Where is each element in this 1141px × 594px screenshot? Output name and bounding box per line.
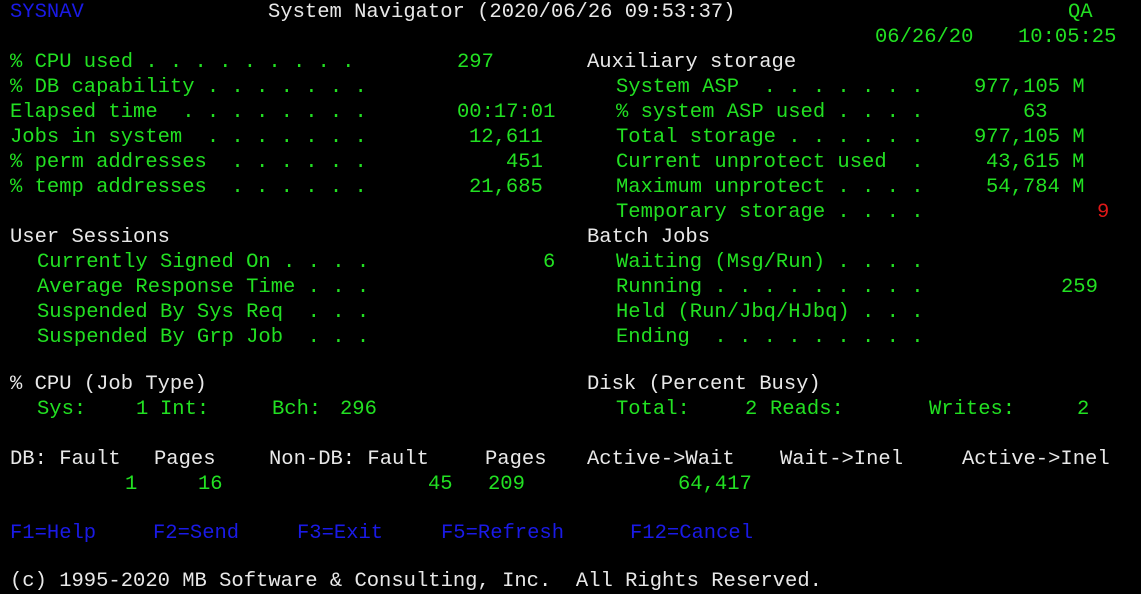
stat-value: 297 [457,51,494,74]
aux-value: 63 [1023,101,1048,124]
system-name: QA [1068,1,1093,24]
copyright-notice: (c) 1995-2020 MB Software & Consulting, … [10,570,822,593]
aux-value: 54,784 M [986,176,1085,199]
session-label: Suspended By Grp Job . . . [37,326,370,349]
section-heading: % CPU (Job Type) [10,373,207,396]
aux-label: Current unprotect used . [616,151,924,174]
db-pages-value: 16 [198,473,223,496]
screen-title: System Navigator (2020/06/26 09:53:37) [268,1,736,24]
active-wait-value: 64,417 [678,473,752,496]
stat-label: Jobs in system . . . . . . . [10,126,367,149]
temporary-storage-value: 9 [1097,201,1110,224]
aux-value: 43,615 M [986,151,1085,174]
aux-label: System ASP . . . . . . . [616,76,924,99]
f2-send-key[interactable]: F2=Send [153,521,239,546]
db-fault-value: 1 [125,473,138,496]
stat-label: % DB capability . . . . . . . [10,76,367,99]
nondb-pages-value: 209 [488,473,525,496]
batch-label: Held (Run/Jbq/HJbq) . . . [616,301,924,324]
bch-value: 296 [340,398,377,421]
aux-label: Maximum unprotect . . . . [616,176,924,199]
fault-header: Non-DB: Fault [269,448,429,471]
stat-value: 12,611 [469,126,543,149]
stat-label: % CPU used . . . . . . . . . [10,51,355,74]
fault-header: Active->Inel [962,448,1110,471]
stat-value: 451 [506,151,543,174]
fault-header: Pages [485,448,547,471]
reads-label: Reads: [770,398,844,421]
stat-value: 21,685 [469,176,543,199]
f5-refresh-key[interactable]: F5=Refresh [441,521,564,546]
stat-value: 00:17:01 [457,101,556,124]
current-date: 06/26/20 [875,26,974,49]
aux-value: 977,105 M [974,76,1085,99]
aux-label: % system ASP used . . . . [616,101,924,124]
section-heading: Batch Jobs [587,226,711,249]
fault-header: Wait->Inel [780,448,904,471]
fault-header: Pages [154,448,216,471]
session-label: Currently Signed On . . . . [37,251,370,274]
session-value: 6 [543,251,556,274]
batch-value: 259 [1061,276,1098,299]
f3-exit-key[interactable]: F3=Exit [297,521,383,546]
f12-cancel-key[interactable]: F12=Cancel [630,521,753,546]
batch-label: Ending . . . . . . . . . [616,326,924,349]
stat-label: % temp addresses . . . . . . [10,176,367,199]
int-label: Int: [160,398,210,421]
aux-value: 977,105 M [974,126,1085,149]
aux-label: Total storage . . . . . . [616,126,924,149]
bch-label: Bch: [272,398,322,421]
fault-header: Active->Wait [587,448,735,471]
sys-label: Sys: [37,398,87,421]
program-name: SYSNAV [10,1,84,24]
writes-value: 2 [1077,398,1090,421]
total-label: Total: [616,398,690,421]
section-heading: Disk (Percent Busy) [587,373,821,396]
total-value: 2 [745,398,758,421]
aux-label: Temporary storage . . . . [616,201,924,224]
f1-help-key[interactable]: F1=Help [10,521,96,546]
section-heading: User Sessions [10,226,170,249]
sys-value: 1 [136,398,149,421]
writes-label: Writes: [929,398,1016,421]
session-label: Average Response Time . . . [37,276,370,299]
section-heading: Auxiliary storage [587,51,797,74]
batch-label: Running . . . . . . . . . [616,276,924,299]
fault-header: DB: Fault [10,448,121,471]
stat-label: % perm addresses . . . . . . [10,151,367,174]
stat-label: Elapsed time . . . . . . . . [10,101,367,124]
batch-label: Waiting (Msg/Run) . . . . [616,251,924,274]
terminal-screen: SYSNAV System Navigator (2020/06/26 09:5… [10,0,1141,593]
nondb-fault-value: 45 [428,473,453,496]
session-label: Suspended By Sys Req . . . [37,301,370,324]
current-time: 10:05:25 [1018,26,1117,49]
